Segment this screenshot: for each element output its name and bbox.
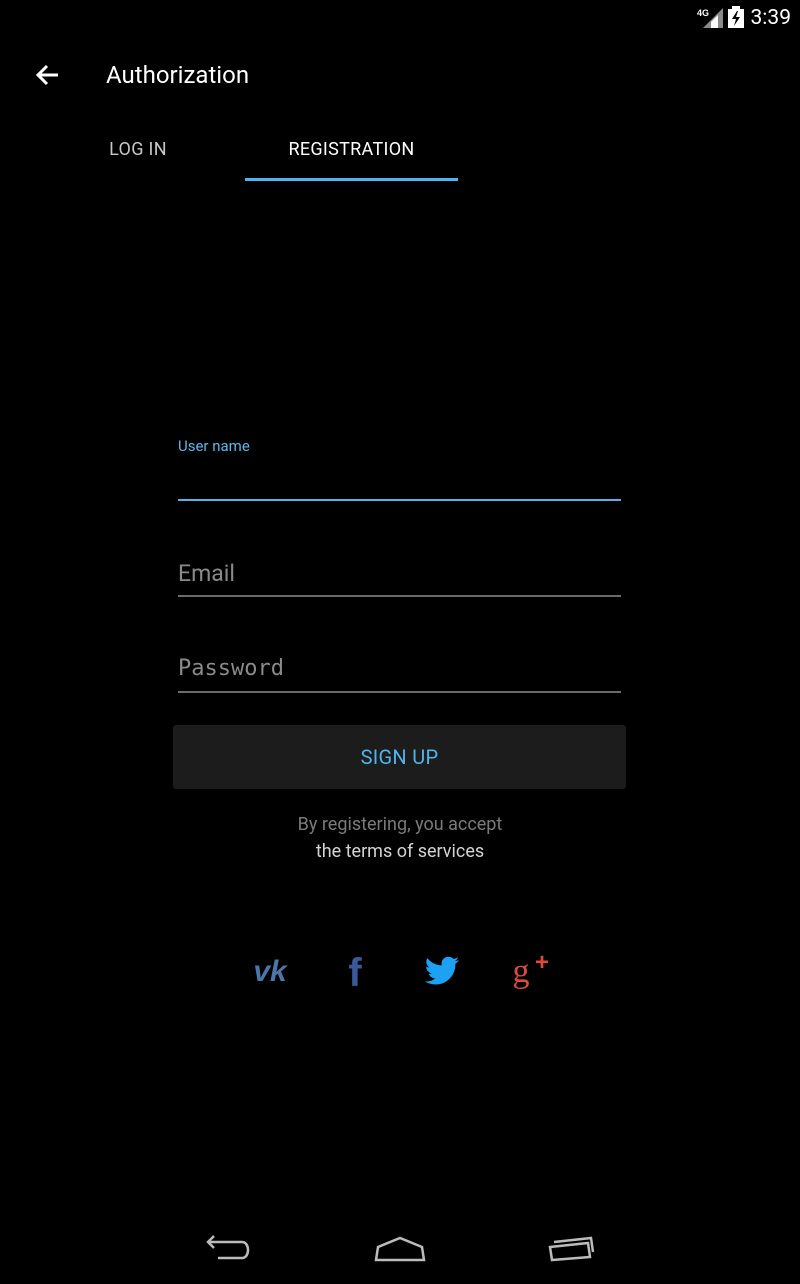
- nav-recents-icon: [548, 1236, 595, 1262]
- nav-home-button[interactable]: [360, 1220, 440, 1280]
- email-field[interactable]: Email: [178, 560, 621, 598]
- signal-icon: 4G: [697, 8, 723, 28]
- nav-home-icon: [374, 1236, 426, 1262]
- terms-of-services-link[interactable]: the terms of services: [0, 841, 800, 862]
- password-field[interactable]: Password: [178, 656, 621, 694]
- username-underline: [178, 499, 621, 501]
- tab-log-in[interactable]: LOG IN: [80, 120, 196, 182]
- google-plus-button[interactable]: g +: [505, 946, 555, 996]
- svg-text:+: +: [535, 949, 549, 976]
- tab-selected-indicator: [245, 178, 458, 181]
- email-underline: [178, 595, 621, 597]
- password-underline: [178, 691, 621, 693]
- twitter-icon: [424, 956, 459, 985]
- tab-registration[interactable]: REGISTRATION: [245, 120, 458, 182]
- nav-back-icon: [206, 1235, 250, 1260]
- toolbar: Authorization: [0, 34, 800, 120]
- password-placeholder: Password: [178, 656, 284, 681]
- status-time: 3:39: [750, 6, 792, 30]
- sign-up-button[interactable]: SIGN UP: [173, 725, 626, 789]
- network-type-label: 4G: [697, 8, 709, 18]
- vk-button[interactable]: vk: [245, 946, 295, 996]
- svg-text:vk: vk: [253, 955, 288, 988]
- facebook-button[interactable]: f: [330, 946, 380, 996]
- nav-recents-button[interactable]: [530, 1220, 610, 1280]
- svg-text:f: f: [348, 951, 362, 995]
- back-button[interactable]: [28, 58, 68, 94]
- google-plus-icon: g +: [513, 949, 550, 990]
- vk-icon: vk: [253, 955, 288, 988]
- facebook-icon: f: [348, 951, 362, 995]
- svg-text:g: g: [513, 953, 530, 990]
- email-placeholder: Email: [178, 560, 235, 587]
- username-field[interactable]: User name: [178, 437, 621, 503]
- tab-bar: LOG IN REGISTRATION: [0, 120, 800, 182]
- terms-notice: By registering, you accept: [297, 814, 503, 835]
- arrow-back-icon: [35, 64, 58, 86]
- navigation-bar: [0, 1220, 800, 1280]
- username-label: User name: [178, 437, 250, 455]
- nav-back-button[interactable]: [190, 1220, 270, 1280]
- status-bar: 4G 3:39: [0, 0, 800, 34]
- twitter-button[interactable]: [417, 946, 467, 996]
- page-title: Authorization: [106, 61, 250, 89]
- battery-icon: [728, 6, 744, 28]
